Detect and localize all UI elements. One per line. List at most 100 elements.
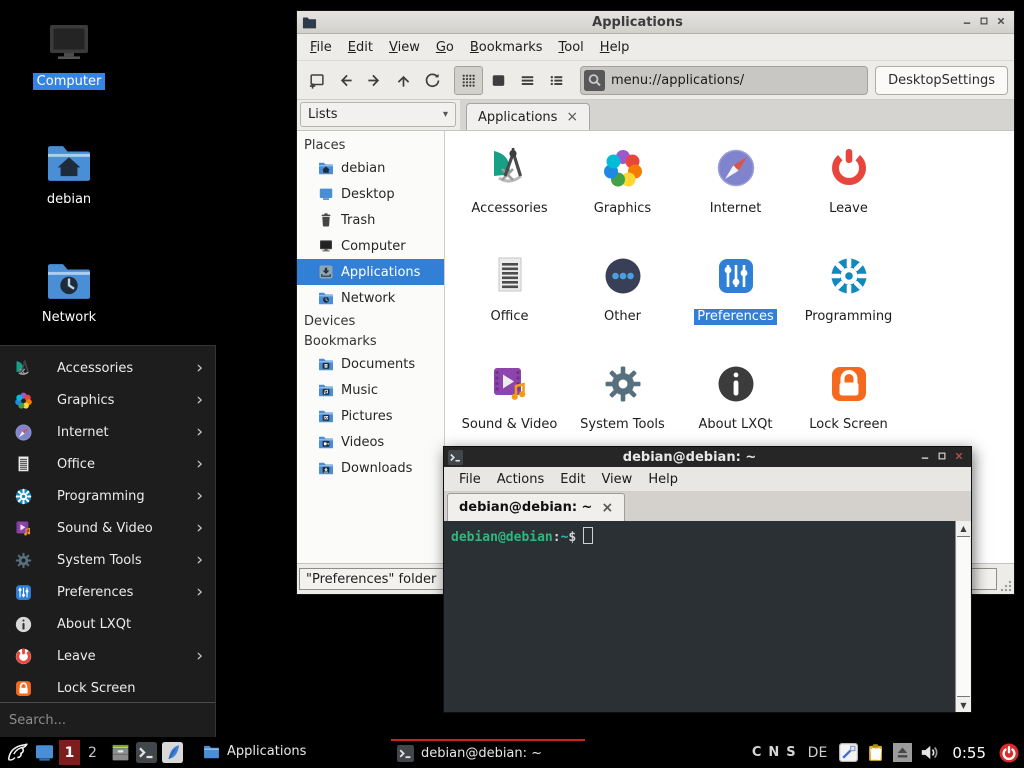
lists-dropdown[interactable]: Lists ▾ — [300, 102, 456, 127]
sidebar-item-downloads[interactable]: Downloads — [297, 455, 444, 481]
grid-item-office[interactable]: Office — [453, 245, 566, 353]
main-menu-button[interactable] — [5, 739, 30, 766]
terminal-menu-view[interactable]: View — [593, 470, 640, 489]
terminal-minimize-button[interactable] — [916, 449, 933, 463]
menu-search-input[interactable]: Search... — [0, 702, 215, 737]
up-button[interactable] — [390, 67, 417, 94]
view-thumbnails-button[interactable] — [485, 67, 512, 94]
path-bar[interactable]: menu://applications/ — [580, 66, 868, 95]
grid-item-system-tools[interactable]: System Tools — [566, 353, 679, 461]
terminal-menu-actions[interactable]: Actions — [489, 470, 553, 489]
terminal-titlebar[interactable]: debian@debian: ~ — [444, 447, 971, 467]
prompt-user-host: debian@debian — [451, 530, 553, 545]
fm-close-button[interactable] — [992, 14, 1009, 28]
forward-button[interactable] — [361, 67, 388, 94]
grid-item-other[interactable]: Other — [566, 245, 679, 353]
start-menu-item-preferences[interactable]: Preferences› — [0, 576, 215, 608]
sidebar-item-applications[interactable]: Applications — [297, 259, 444, 285]
sidebar-item-trash[interactable]: Trash — [297, 207, 444, 233]
fm-menu-view[interactable]: View — [381, 38, 428, 57]
fm-menu-bookmarks[interactable]: Bookmarks — [462, 38, 551, 57]
fm-menu-tool[interactable]: Tool — [551, 38, 592, 57]
fm-menu-edit[interactable]: Edit — [340, 38, 381, 57]
tray-screenshot-icon[interactable] — [839, 739, 858, 766]
view-compact-button[interactable] — [543, 67, 570, 94]
start-menu-item-accessories[interactable]: Accessories› — [0, 352, 215, 384]
terminal-maximize-button[interactable] — [933, 449, 950, 463]
menu-search-placeholder: Search... — [9, 713, 66, 728]
scrollbar-thumb[interactable] — [957, 536, 970, 697]
tray-volume-icon[interactable] — [920, 739, 939, 766]
other-icon — [599, 252, 647, 300]
scroll-up-icon[interactable]: ▲ — [956, 521, 971, 535]
grid-item-programming[interactable]: Programming — [792, 245, 905, 353]
show-desktop-button[interactable] — [34, 739, 55, 766]
tray-eject-icon[interactable] — [893, 739, 912, 766]
quick-launch-featherpad[interactable] — [162, 739, 183, 766]
grid-item-about-lxqt[interactable]: About LXQt — [679, 353, 792, 461]
sidebar-item-documents[interactable]: Documents — [297, 351, 444, 377]
new-tab-button[interactable] — [303, 67, 330, 94]
fm-menu-help[interactable]: Help — [592, 38, 638, 57]
desktop-icon-debian[interactable]: debian — [21, 138, 117, 208]
keyboard-layout-indicator[interactable]: DE — [808, 745, 828, 761]
scroll-down-icon[interactable]: ▼ — [956, 698, 971, 712]
terminal-text-area[interactable]: debian@debian:~$ — [444, 521, 955, 712]
grid-item-lock-screen[interactable]: Lock Screen — [792, 353, 905, 461]
quick-launch-terminal-app[interactable] — [136, 739, 157, 766]
terminal-menu-edit[interactable]: Edit — [552, 470, 593, 489]
view-grid-button[interactable] — [454, 66, 483, 95]
desktop-icon-network[interactable]: Network — [21, 256, 117, 326]
tray-clipboard-icon[interactable] — [866, 739, 885, 766]
workspace-2[interactable]: 2 — [82, 740, 103, 765]
back-button[interactable] — [332, 67, 359, 94]
start-menu-item-leave[interactable]: Leave› — [0, 640, 215, 672]
clock[interactable]: 0:55 — [952, 744, 986, 762]
start-menu-item-programming[interactable]: Programming› — [0, 480, 215, 512]
sidebar-item-music[interactable]: Music — [297, 377, 444, 403]
start-menu-item-office[interactable]: Office› — [0, 448, 215, 480]
grid-item-graphics[interactable]: Graphics — [566, 137, 679, 245]
terminal-scrollbar[interactable]: ▲ ▼ — [955, 521, 971, 712]
start-menu-item-system-tools[interactable]: System Tools› — [0, 544, 215, 576]
grid-item-leave[interactable]: Leave — [792, 137, 905, 245]
task-button-applications[interactable]: Applications — [197, 739, 391, 765]
resize-grip[interactable] — [999, 579, 1012, 592]
start-menu-item-sound-video[interactable]: Sound & Video› — [0, 512, 215, 544]
power-button[interactable] — [999, 739, 1019, 766]
terminal-menu-file[interactable]: File — [451, 470, 489, 489]
scrollbar-track[interactable] — [957, 535, 970, 698]
start-menu-item-lock-screen[interactable]: Lock Screen — [0, 672, 215, 704]
terminal-tab[interactable]: debian@debian: ~ × — [447, 493, 625, 521]
quick-launch-file-manager[interactable] — [110, 739, 131, 766]
fm-menu-go[interactable]: Go — [428, 38, 462, 57]
view-detailed-button[interactable] — [514, 67, 541, 94]
task-button-debian-debian[interactable]: debian@debian: ~ — [391, 739, 585, 767]
sidebar-item-debian[interactable]: debian — [297, 155, 444, 181]
grid-item-accessories[interactable]: Accessories — [453, 137, 566, 245]
fm-minimize-button[interactable] — [958, 14, 975, 28]
reload-button[interactable] — [419, 67, 446, 94]
terminal-close-button[interactable] — [950, 449, 967, 463]
terminal-menu-help[interactable]: Help — [640, 470, 686, 489]
sidebar-item-pictures[interactable]: Pictures — [297, 403, 444, 429]
desktop-icon-computer[interactable]: Computer — [21, 20, 117, 90]
grid-item-internet[interactable]: Internet — [679, 137, 792, 245]
grid-item-preferences[interactable]: Preferences — [679, 245, 792, 353]
fm-titlebar[interactable]: Applications — [297, 11, 1014, 34]
tab-close-icon[interactable]: × — [566, 112, 578, 122]
sidebar-item-computer[interactable]: Computer — [297, 233, 444, 259]
fm-menu-file[interactable]: File — [302, 38, 340, 57]
sidebar-item-videos[interactable]: Videos — [297, 429, 444, 455]
sidebar-item-desktop[interactable]: Desktop — [297, 181, 444, 207]
tab-close-icon[interactable]: × — [601, 503, 613, 513]
start-menu-item-graphics[interactable]: Graphics› — [0, 384, 215, 416]
start-menu-item-about-lxqt[interactable]: About LXQt — [0, 608, 215, 640]
grid-item-sound-video[interactable]: Sound & Video — [453, 353, 566, 461]
desktop-settings-button[interactable]: DesktopSettings — [875, 66, 1008, 95]
fm-tab-applications[interactable]: Applications × — [466, 103, 590, 130]
workspace-1[interactable]: 1 — [59, 740, 80, 765]
sidebar-item-network[interactable]: Network — [297, 285, 444, 311]
fm-maximize-button[interactable] — [975, 14, 992, 28]
start-menu-item-internet[interactable]: Internet› — [0, 416, 215, 448]
